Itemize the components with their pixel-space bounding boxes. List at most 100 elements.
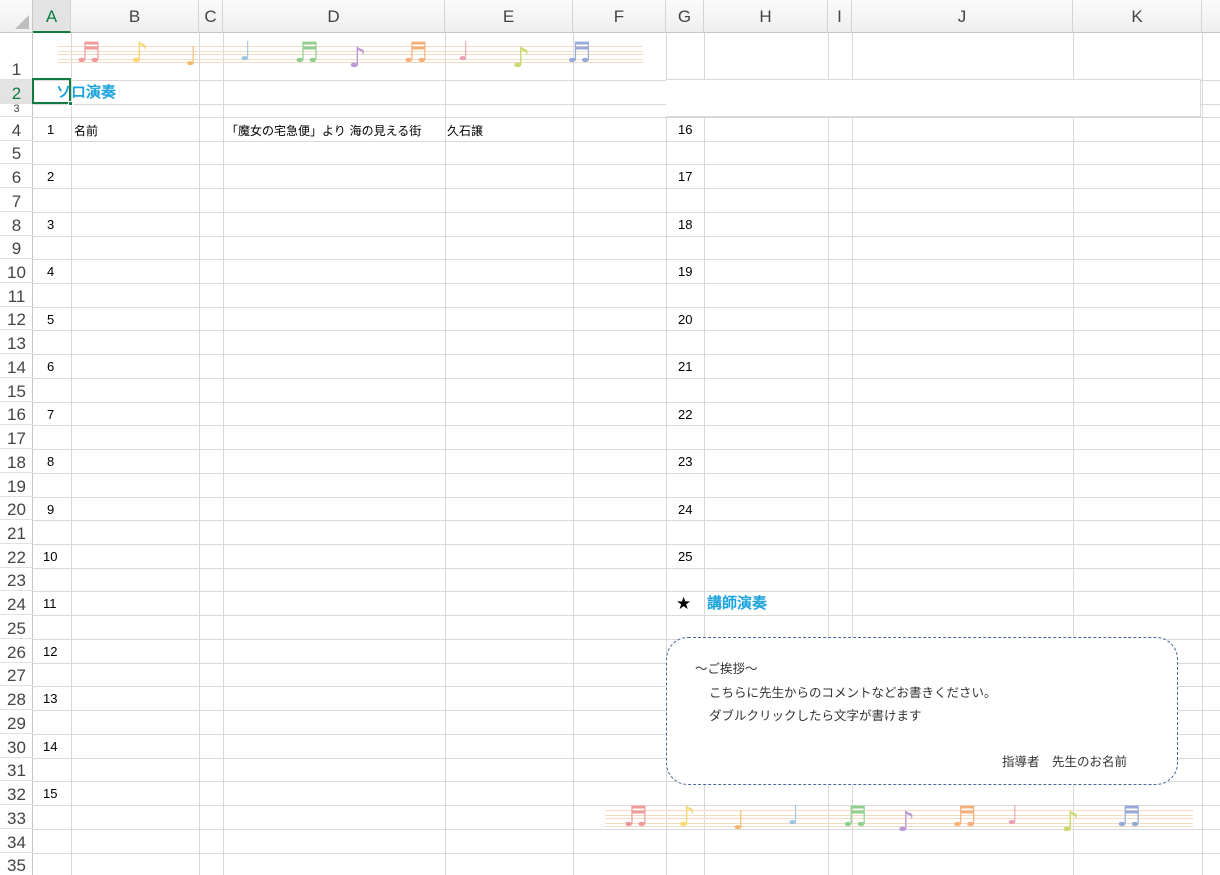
row-header-25[interactable]: 25	[0, 615, 33, 639]
row-header-28[interactable]: 28	[0, 686, 33, 710]
merged-cell-g2-k2[interactable]	[666, 79, 1201, 117]
row-header-9[interactable]: 9	[0, 236, 33, 259]
row-gridline	[33, 544, 1220, 545]
row-header-24[interactable]: 24	[0, 591, 33, 615]
entry-number-3: 3	[47, 217, 55, 232]
row-gridline	[33, 330, 1220, 331]
entry-number-23: 23	[678, 454, 693, 469]
row-header-1[interactable]: 1	[0, 33, 33, 80]
row-header-12[interactable]: 12	[0, 307, 33, 330]
row-header-35[interactable]: 35	[0, 853, 33, 875]
music-note-icon: ♬	[403, 36, 429, 69]
column-header-d[interactable]: D	[223, 0, 445, 33]
row-gridline	[33, 141, 1220, 142]
music-note-icon: ♪	[897, 805, 915, 836]
row-header-33[interactable]: 33	[0, 805, 33, 829]
music-note-icon: ♩	[732, 806, 745, 836]
entry-number-10: 10	[43, 549, 58, 564]
music-note-icon: ♬	[951, 800, 977, 833]
column-header-h[interactable]: H	[704, 0, 828, 33]
row-header-4[interactable]: 4	[0, 117, 33, 141]
row-header-32[interactable]: 32	[0, 781, 33, 805]
column-header-b[interactable]: B	[71, 0, 199, 33]
row-gridline	[33, 259, 1220, 260]
row-header-7[interactable]: 7	[0, 188, 33, 212]
row-header-23[interactable]: 23	[0, 568, 33, 591]
music-note-icon: ♪	[677, 800, 696, 833]
row-header-29[interactable]: 29	[0, 710, 33, 734]
row-header-30[interactable]: 30	[0, 734, 33, 758]
row-gridline	[33, 117, 1220, 118]
entry-number-15: 15	[43, 786, 58, 801]
entry-number-25: 25	[678, 549, 693, 564]
entry-number-7: 7	[47, 407, 55, 422]
row-header-2[interactable]: 2	[0, 80, 33, 104]
row-gridline	[33, 212, 1220, 213]
column-header-i[interactable]: I	[828, 0, 852, 33]
row-header-8[interactable]: 8	[0, 212, 33, 236]
column-header-c[interactable]: C	[199, 0, 223, 33]
column-gridline	[1202, 33, 1203, 875]
select-all-corner[interactable]	[0, 0, 33, 33]
column-gridline	[71, 33, 72, 875]
row-header-10[interactable]: 10	[0, 259, 33, 283]
music-note-icon: ♪	[1061, 805, 1080, 836]
column-header-j[interactable]: J	[852, 0, 1073, 33]
row-header-14[interactable]: 14	[0, 354, 33, 378]
music-note-icon: ♩	[787, 801, 800, 831]
music-note-icon: ♪	[348, 41, 367, 72]
column-header-f[interactable]: F	[573, 0, 666, 33]
row-gridline	[33, 568, 1220, 569]
row-header-5[interactable]: 5	[0, 141, 33, 164]
entry-number-24: 24	[678, 502, 693, 517]
entry1-name: 名前	[74, 124, 99, 138]
music-note-icon: ♪	[512, 41, 530, 72]
column-header-e[interactable]: E	[445, 0, 573, 33]
entry-number-22: 22	[678, 407, 693, 422]
greeting-textbox[interactable]: ～ご挨拶～ こちらに先生からのコメントなどお書きください。 ダブルクリックしたら…	[666, 637, 1178, 785]
column-gridline	[223, 33, 224, 875]
column-header-k[interactable]: K	[1073, 0, 1202, 33]
entry-number-16: 16	[678, 122, 693, 137]
music-notes-banner-bottom: ♬ ♪ ♩ ♩ ♬ ♪ ♬ ♩ ♪ ♬	[605, 800, 1193, 836]
teacher-heading: 講師演奏	[707, 594, 768, 612]
row-header-20[interactable]: 20	[0, 497, 33, 520]
row-gridline	[33, 188, 1220, 189]
row-gridline	[33, 497, 1220, 498]
row-header-17[interactable]: 17	[0, 425, 33, 449]
row-header-21[interactable]: 21	[0, 520, 33, 544]
row-header-27[interactable]: 27	[0, 663, 33, 686]
column-header-a[interactable]: A	[33, 0, 71, 33]
music-note-icon: ♬	[566, 36, 592, 69]
row-gridline	[33, 449, 1220, 450]
column-header-g[interactable]: G	[666, 0, 704, 33]
row-gridline	[33, 425, 1220, 426]
music-note-icon: ♬	[76, 36, 102, 69]
row-header-3[interactable]: 3	[0, 104, 33, 117]
row-header-22[interactable]: 22	[0, 544, 33, 568]
column-gridline	[445, 33, 446, 875]
row-header-18[interactable]: 18	[0, 449, 33, 473]
row-header-34[interactable]: 34	[0, 829, 33, 853]
entry-number-17: 17	[678, 169, 693, 184]
row-header-19[interactable]: 19	[0, 473, 33, 497]
entry-number-14: 14	[43, 739, 58, 754]
entry-number-6: 6	[47, 359, 55, 374]
selected-cell-a2[interactable]	[32, 78, 71, 104]
music-note-icon: ♬	[623, 800, 649, 833]
row-gridline	[33, 307, 1220, 308]
entry-number-5: 5	[47, 312, 55, 327]
row-header-31[interactable]: 31	[0, 758, 33, 781]
row-header-6[interactable]: 6	[0, 164, 33, 188]
entry-number-8: 8	[47, 454, 55, 469]
row-header-11[interactable]: 11	[0, 283, 33, 307]
row-header-16[interactable]: 16	[0, 402, 33, 425]
entry1-piece: 「魔女の宅急便」より 海の見える街	[226, 124, 422, 138]
select-all-triangle-icon	[15, 15, 29, 29]
music-note-icon: ♩	[185, 42, 198, 72]
fill-handle[interactable]	[68, 101, 73, 106]
row-header-13[interactable]: 13	[0, 330, 33, 354]
row-header-26[interactable]: 26	[0, 639, 33, 663]
music-note-icon: ♪	[130, 36, 149, 69]
row-header-15[interactable]: 15	[0, 378, 33, 402]
